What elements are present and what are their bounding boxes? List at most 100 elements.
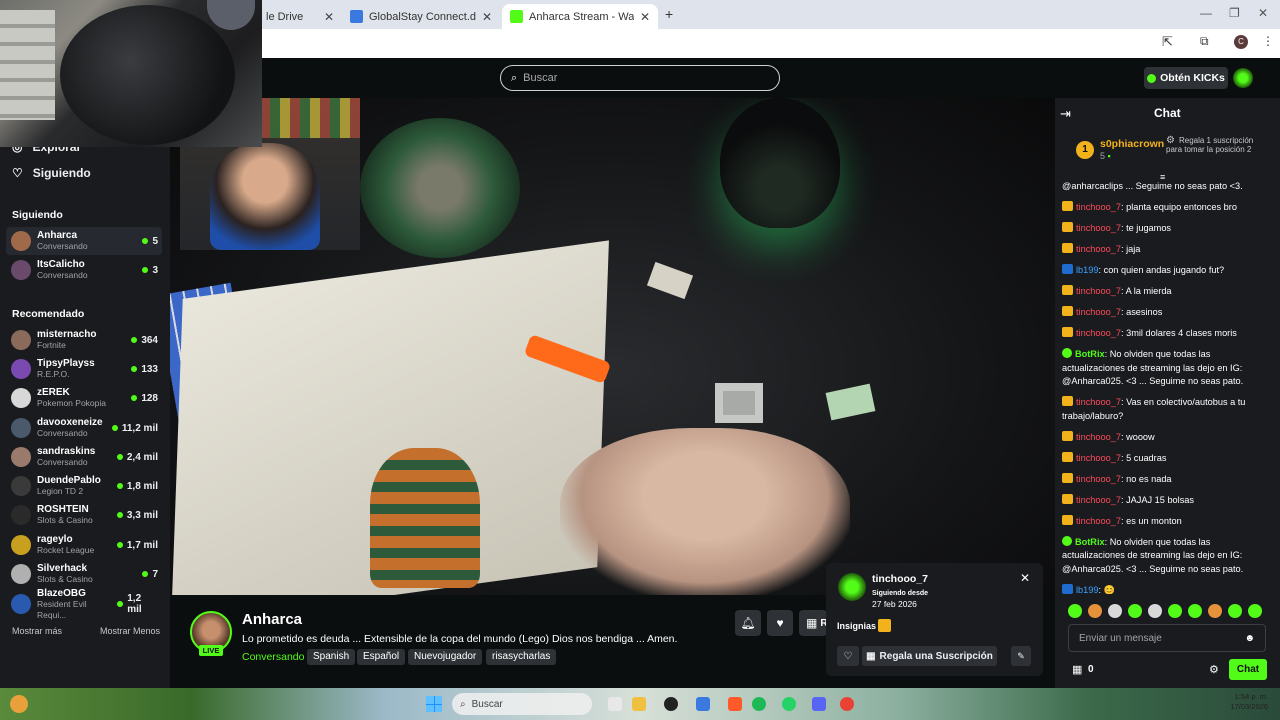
- emoji-picker-icon[interactable]: ☻: [1244, 633, 1255, 644]
- stream-tag[interactable]: risasycharlas: [486, 649, 557, 665]
- windows-start-icon[interactable]: [426, 696, 442, 712]
- streamer-name[interactable]: Anharca: [242, 611, 302, 628]
- emote-icon[interactable]: [1168, 604, 1182, 618]
- app-icon[interactable]: [728, 697, 742, 711]
- close-window-icon[interactable]: ✕: [1258, 6, 1268, 20]
- minimize-icon[interactable]: —: [1200, 6, 1212, 20]
- close-tab-icon[interactable]: ✕: [482, 10, 492, 24]
- chat-username[interactable]: tinchooo_7: [1076, 286, 1121, 296]
- emote-icon[interactable]: [1188, 604, 1202, 618]
- chat-message-input[interactable]: Enviar un mensaje ☻: [1068, 624, 1266, 652]
- chat-username[interactable]: tinchooo_7: [1076, 495, 1121, 505]
- tab-anharca[interactable]: Anharca Stream - Watch Live o ✕: [502, 4, 658, 29]
- collapse-chat-icon[interactable]: ⇥: [1060, 106, 1071, 122]
- emote-icon[interactable]: [1088, 604, 1102, 618]
- chat-username[interactable]: tinchooo_7: [1076, 474, 1121, 484]
- close-tab-icon[interactable]: ✕: [640, 10, 650, 24]
- notification-bell-button[interactable]: 🔔︎: [735, 610, 761, 636]
- chat-username[interactable]: lb199: [1076, 585, 1098, 595]
- search-input[interactable]: ⌕ Buscar: [500, 65, 780, 91]
- chat-settings-icon[interactable]: ⚙: [1209, 663, 1219, 676]
- channel-points-icon[interactable]: ▦: [1072, 663, 1082, 676]
- close-icon[interactable]: ✕: [1020, 571, 1030, 585]
- maximize-icon[interactable]: ❐: [1229, 6, 1240, 20]
- stream-category[interactable]: Conversando: [242, 651, 304, 663]
- app-icon[interactable]: [696, 697, 710, 711]
- send-chat-button[interactable]: Chat: [1229, 659, 1267, 680]
- chat-message-text: te jugamos: [1126, 223, 1172, 233]
- chat-username[interactable]: tinchooo_7: [1076, 432, 1121, 442]
- channel-blazeobg[interactable]: BlazeOBG Resident Evil Requi... 1,2 mil: [6, 588, 162, 620]
- channel-rageylo[interactable]: rageylo Rocket League 1,7 mil: [6, 531, 162, 559]
- channel-roshtein[interactable]: ROSHTEIN Slots & Casino 3,3 mil: [6, 501, 162, 529]
- emote-icon[interactable]: [1248, 604, 1262, 618]
- video-green-brick: [825, 383, 876, 421]
- task-view-icon[interactable]: [608, 697, 622, 711]
- user-card-follow-button[interactable]: ♡: [837, 646, 859, 666]
- channel-misternacho[interactable]: misternacho Fortnite 364: [6, 326, 162, 354]
- chrome-icon[interactable]: [840, 697, 854, 711]
- tab-drive[interactable]: le Drive ✕: [258, 4, 342, 29]
- viewer-count: 1,8 mil: [116, 480, 162, 492]
- channel-silverhack[interactable]: Silverhack Slots & Casino 7: [6, 560, 162, 588]
- follow-heart-button[interactable]: ♥: [767, 610, 793, 636]
- channel-davooxeneize[interactable]: davooxeneize Conversando 11,2 mil: [6, 414, 162, 442]
- viewer-count: 11,2 mil: [111, 423, 162, 434]
- weather-icon[interactable]: [10, 695, 28, 713]
- top-gifter-name[interactable]: s0phiacrown: [1100, 138, 1164, 150]
- close-tab-icon[interactable]: ✕: [324, 10, 334, 24]
- gift-sub-button[interactable]: ▦ R: [799, 610, 828, 636]
- chat-username[interactable]: tinchooo_7: [1076, 397, 1121, 407]
- emote-icon[interactable]: [1228, 604, 1242, 618]
- emote-icon[interactable]: [1128, 604, 1142, 618]
- chat-username[interactable]: tinchooo_7: [1076, 307, 1121, 317]
- chat-username[interactable]: lb199: [1076, 265, 1098, 275]
- show-more-link[interactable]: Mostrar más: [12, 626, 62, 636]
- channel-sandraskins[interactable]: sandraskins Conversando 2,4 mil: [6, 443, 162, 471]
- taskbar-search[interactable]: ⌕ Buscar: [452, 693, 592, 715]
- sidebar-item-following[interactable]: ♡ Siguiendo: [12, 166, 91, 180]
- stream-tag[interactable]: Spanish: [307, 649, 356, 665]
- viewer-count-value: 1,8 mil: [126, 480, 158, 492]
- profile-avatar[interactable]: C: [1234, 35, 1248, 49]
- stream-tag[interactable]: Español: [357, 649, 406, 665]
- chat-username[interactable]: tinchooo_7: [1076, 244, 1121, 254]
- channel-duendepablo[interactable]: DuendePablo Legion TD 2 1,8 mil: [6, 472, 162, 500]
- gift-for-position-prompt[interactable]: ⚙ Regala 1 suscripción para tomar la posi…: [1166, 136, 1261, 154]
- chat-username[interactable]: tinchooo_7: [1076, 328, 1121, 338]
- stream-tag[interactable]: Nuevojugador: [408, 649, 483, 665]
- taskbar-clock[interactable]: 1:54 p. m. 17/03/2026: [1218, 692, 1268, 712]
- chat-username[interactable]: tinchooo_7: [1076, 202, 1121, 212]
- new-tab-icon[interactable]: +: [665, 6, 673, 22]
- app-icon[interactable]: [664, 697, 678, 711]
- emote-icon[interactable]: [1068, 604, 1082, 618]
- clock-date: 17/03/2026: [1230, 702, 1268, 711]
- discord-icon[interactable]: [812, 697, 826, 711]
- show-less-link[interactable]: Mostrar Menos: [100, 626, 160, 636]
- user-avatar[interactable]: [1233, 68, 1253, 88]
- chat-username[interactable]: tinchooo_7: [1076, 516, 1121, 526]
- chat-username[interactable]: tinchooo_7: [1076, 223, 1121, 233]
- emote-icon[interactable]: [1148, 604, 1162, 618]
- channel-itscalicho[interactable]: ItsCalicho Conversando 3: [6, 256, 162, 284]
- channel-anharca[interactable]: Anharca Conversando 5: [6, 227, 162, 255]
- user-card-more-button[interactable]: ✎: [1011, 646, 1031, 666]
- viewer-count-value: 3,3 mil: [126, 509, 158, 521]
- user-card-username[interactable]: tinchooo_7: [872, 573, 928, 585]
- chat-username[interactable]: BotRix: [1075, 537, 1105, 547]
- file-explorer-icon[interactable]: [632, 697, 646, 711]
- whatsapp-icon[interactable]: [782, 697, 796, 711]
- chat-username[interactable]: tinchooo_7: [1076, 453, 1121, 463]
- extensions-icon[interactable]: ⧉: [1200, 34, 1209, 49]
- chat-username[interactable]: BotRix: [1075, 349, 1105, 359]
- spotify-icon[interactable]: [752, 697, 766, 711]
- following-since-date: 27 feb 2026: [872, 599, 917, 609]
- gift-subscription-button[interactable]: ▦ Regala una Suscripción: [862, 646, 997, 666]
- get-kicks-button[interactable]: Obtén KICKs: [1144, 67, 1228, 89]
- browser-menu-icon[interactable]: ⋮: [1262, 34, 1274, 48]
- emote-icon[interactable]: [1108, 604, 1122, 618]
- tab-globalstay[interactable]: GlobalStay Connect.docx - Goo ✕: [342, 4, 500, 29]
- channel-zerek[interactable]: zEREK Pokemon Pokopia 128: [6, 384, 162, 412]
- channel-tipsyplayss[interactable]: TipsyPlayss R.E.P.O. 133: [6, 355, 162, 383]
- emote-icon[interactable]: [1208, 604, 1222, 618]
